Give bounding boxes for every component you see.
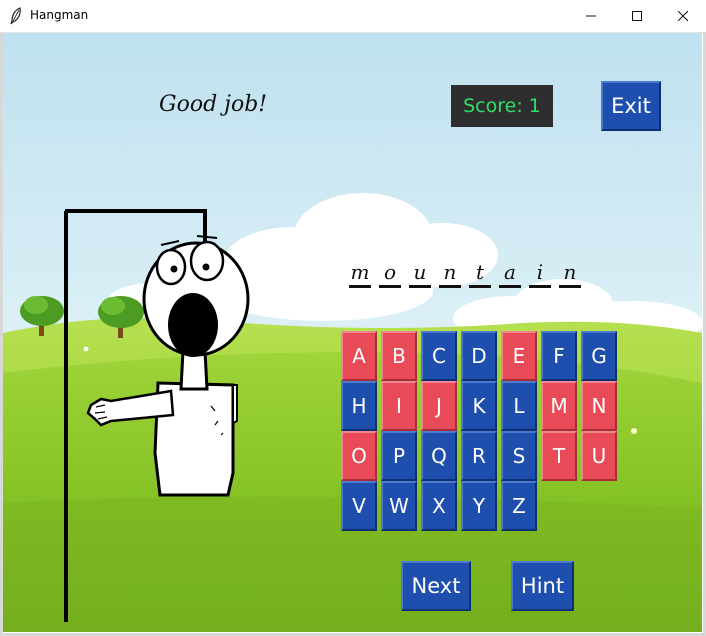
word-slot: n [439, 258, 461, 288]
letter-key-n[interactable]: N [581, 381, 617, 431]
exit-button[interactable]: Exit [601, 81, 661, 131]
letter-underline [469, 285, 491, 288]
minimize-icon [586, 15, 596, 17]
word-letter: t [475, 260, 485, 284]
letter-key-y[interactable]: Y [461, 481, 497, 531]
letter-key-p[interactable]: P [381, 431, 417, 481]
letter-underline [349, 285, 371, 288]
game-area: Good job! Score: 1 Exit mountain ABCDEFG… [3, 33, 702, 632]
status-message: Good job! [159, 92, 268, 117]
letter-key-x[interactable]: X [421, 481, 457, 531]
letter-key-e[interactable]: E [501, 331, 537, 381]
close-icon [678, 11, 688, 21]
word-slot: n [559, 258, 581, 288]
letter-key-r[interactable]: R [461, 431, 497, 481]
flower [83, 346, 89, 352]
letter-key-s[interactable]: S [501, 431, 537, 481]
letter-underline [529, 285, 551, 288]
letter-key-l[interactable]: L [501, 381, 537, 431]
close-button[interactable] [660, 0, 706, 32]
word-slot: m [349, 258, 371, 288]
letter-key-m[interactable]: M [541, 381, 577, 431]
next-button[interactable]: Next [401, 561, 471, 611]
word-slot: i [529, 258, 551, 288]
letter-key-v[interactable]: V [341, 481, 377, 531]
window-title: Hangman [30, 8, 89, 22]
word-slot: o [379, 258, 401, 288]
letter-key-w[interactable]: W [381, 481, 417, 531]
letter-key-g[interactable]: G [581, 331, 617, 381]
maximize-button[interactable] [614, 0, 660, 32]
letter-key-u[interactable]: U [581, 431, 617, 481]
letter-underline [439, 285, 461, 288]
letter-keyboard: ABCDEFG HIJKLMN OPQRSTU VWXYZ [341, 331, 621, 531]
word-letter: m [350, 260, 370, 284]
word-letter: i [536, 260, 544, 284]
letter-key-d[interactable]: D [461, 331, 497, 381]
letter-key-z[interactable]: Z [501, 481, 537, 531]
maximize-icon [632, 11, 642, 21]
word-slot: u [409, 258, 431, 288]
letter-key-a[interactable]: A [341, 331, 377, 381]
letter-key-f[interactable]: F [541, 331, 577, 381]
word-slot: t [469, 258, 491, 288]
letter-underline [379, 285, 401, 288]
flower [631, 428, 637, 434]
letter-key-c[interactable]: C [421, 331, 457, 381]
letter-key-h[interactable]: H [341, 381, 377, 431]
word-letter: o [383, 260, 397, 284]
letter-key-j[interactable]: J [421, 381, 457, 431]
word-letter: u [413, 260, 427, 284]
title-bar: Hangman [0, 0, 706, 33]
word-display: mountain [349, 258, 589, 288]
letter-key-i[interactable]: I [381, 381, 417, 431]
word-letter: a [504, 260, 516, 284]
letter-key-t[interactable]: T [541, 431, 577, 481]
feather-icon [9, 7, 23, 25]
letter-underline [559, 285, 581, 288]
letter-key-q[interactable]: Q [421, 431, 457, 481]
word-slot: a [499, 258, 521, 288]
score-display: Score: 1 [451, 85, 553, 127]
word-letter: n [563, 260, 577, 284]
letter-key-b[interactable]: B [381, 331, 417, 381]
letter-key-o[interactable]: O [341, 431, 377, 481]
word-letter: n [443, 260, 457, 284]
letter-underline [409, 285, 431, 288]
minimize-button[interactable] [568, 0, 614, 32]
letter-key-k[interactable]: K [461, 381, 497, 431]
letter-underline [499, 285, 521, 288]
hint-button[interactable]: Hint [511, 561, 574, 611]
